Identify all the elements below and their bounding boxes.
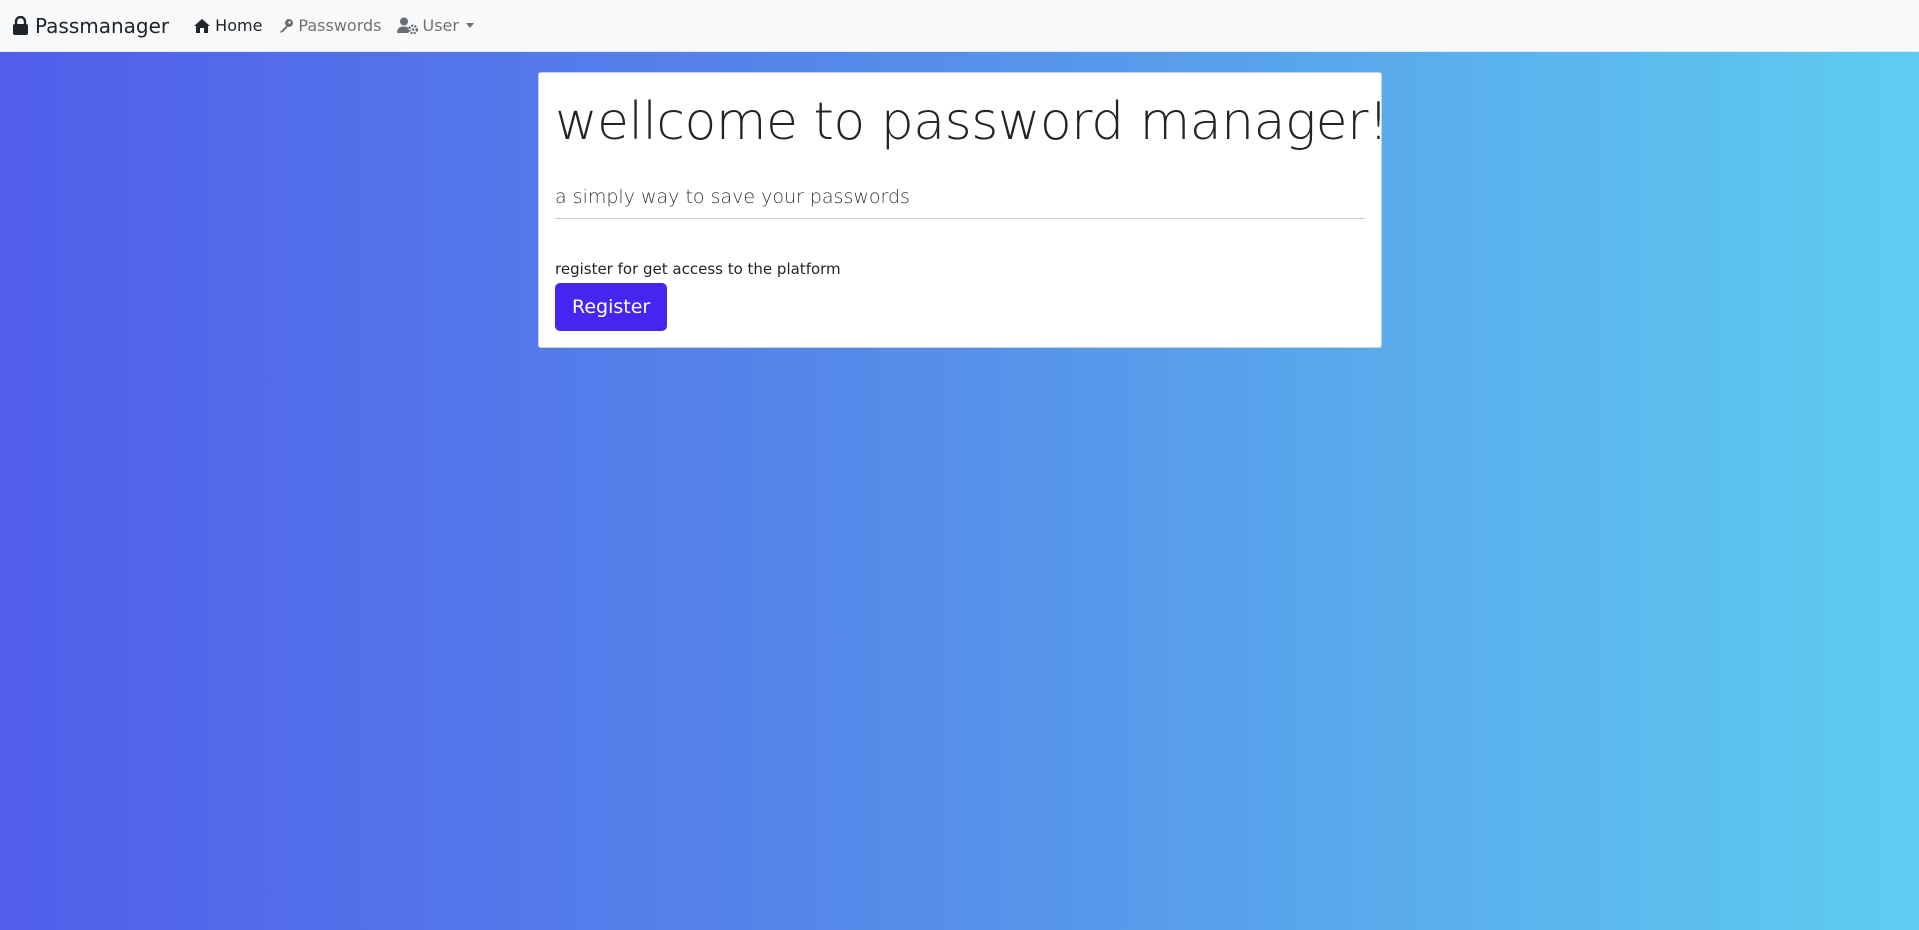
user-gear-icon <box>397 17 419 34</box>
top-navbar: Passmanager Home Passwords User <box>0 0 1919 52</box>
register-button[interactable]: Register <box>555 283 668 331</box>
nav-item-user-dropdown[interactable]: User <box>397 16 474 35</box>
divider <box>555 218 1365 219</box>
welcome-card: wellcome to password manager! a simply w… <box>538 72 1389 348</box>
brand-label: Passmanager <box>35 13 170 38</box>
nav-item-passwords[interactable]: Passwords <box>278 16 381 35</box>
home-icon <box>193 18 211 34</box>
brand-link[interactable]: Passmanager <box>12 14 169 38</box>
chevron-down-icon <box>465 23 474 28</box>
main-nav: Home Passwords User <box>193 16 490 35</box>
nav-item-user-label: User <box>422 16 459 35</box>
nav-item-passwords-label: Passwords <box>298 16 382 35</box>
register-note: register for get access to the platform <box>555 260 841 278</box>
page-title: wellcome to password manager! <box>555 92 1389 152</box>
nav-item-home-label: Home <box>215 16 263 35</box>
nav-item-home[interactable]: Home <box>193 16 262 35</box>
page-subtitle: a simply way to save your passwords <box>555 186 910 208</box>
lock-icon <box>12 15 29 36</box>
key-icon <box>278 18 294 34</box>
